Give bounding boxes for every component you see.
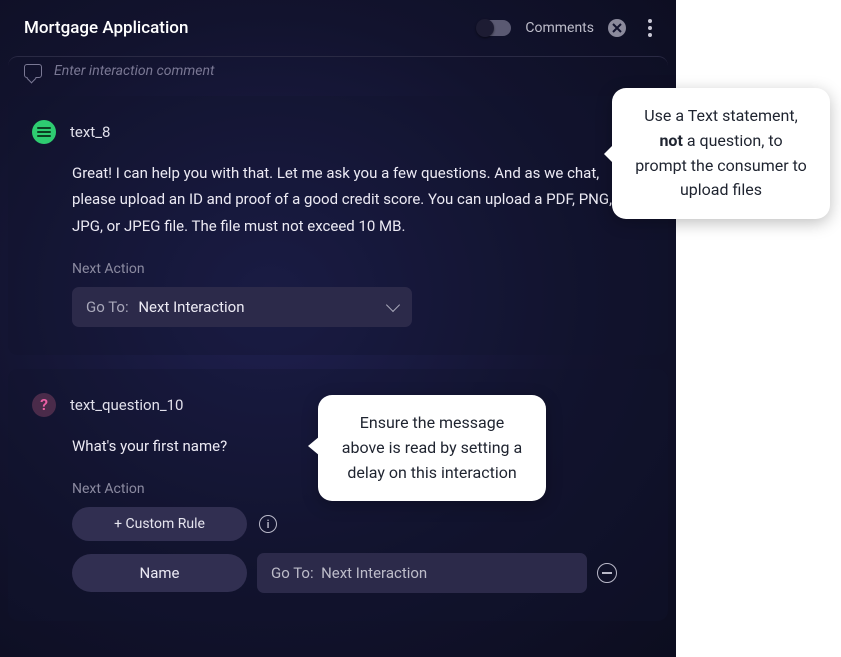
question-step-icon: ? xyxy=(32,393,56,417)
app-canvas: Mortgage Application Comments Enter inte… xyxy=(0,0,676,657)
goto-prefix: Go To: xyxy=(86,298,129,316)
slot-chip[interactable]: Name xyxy=(72,554,247,592)
next-action-label: Next Action xyxy=(72,261,644,277)
header-actions: Comments xyxy=(477,19,660,37)
header-bar: Mortgage Application Comments xyxy=(0,0,676,56)
more-menu-icon[interactable] xyxy=(640,19,660,37)
comments-label: Comments xyxy=(525,20,594,36)
chevron-down-icon xyxy=(386,298,400,312)
comment-input[interactable]: Enter interaction comment xyxy=(8,56,668,84)
tooltip-text-statement: Use a Text statement, not a question, to… xyxy=(612,88,830,219)
comments-toggle[interactable] xyxy=(477,20,511,36)
step-id: text_8 xyxy=(70,123,110,141)
comment-placeholder: Enter interaction comment xyxy=(54,63,214,79)
goto-dropdown[interactable]: Go To: Next Interaction xyxy=(72,287,412,327)
tooltip-set-delay: Ensure the message above is read by sett… xyxy=(318,395,546,501)
remove-rule-icon[interactable] xyxy=(597,563,617,583)
rule-goto-dropdown[interactable]: Go To: Next Interaction xyxy=(257,553,587,593)
card-header: text_8 xyxy=(32,120,644,144)
step-id: text_question_10 xyxy=(70,396,184,414)
page-title: Mortgage Application xyxy=(24,18,188,38)
interaction-card-text8: text_8 Great! I can help you with that. … xyxy=(8,96,668,355)
add-custom-rule-button[interactable]: + Custom Rule xyxy=(72,507,247,541)
info-icon[interactable]: i xyxy=(259,515,277,533)
close-icon[interactable] xyxy=(608,19,626,37)
text-step-icon xyxy=(32,120,56,144)
goto-prefix: Go To: xyxy=(271,564,314,582)
comment-bubble-icon xyxy=(24,64,42,78)
step-message: Great! I can help you with that. Let me … xyxy=(72,160,644,239)
goto-value: Next Interaction xyxy=(321,564,427,582)
goto-value: Next Interaction xyxy=(138,298,244,316)
